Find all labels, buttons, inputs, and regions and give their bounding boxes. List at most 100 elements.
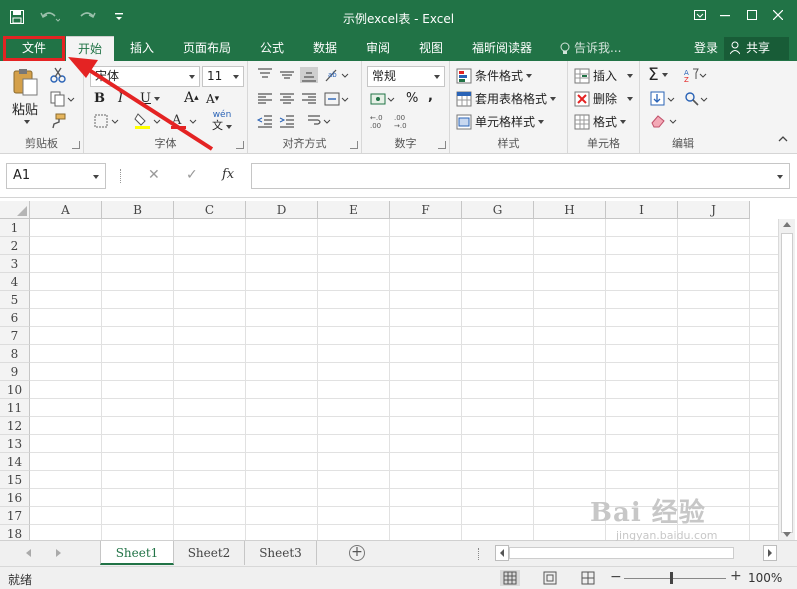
column-header-b[interactable]: B (102, 201, 174, 219)
share-button[interactable]: 共享 (724, 37, 789, 60)
sheet-tab-sheet1[interactable]: Sheet1 (100, 541, 174, 565)
cell-styles-button[interactable]: 单元格样式 (456, 113, 545, 130)
formula-bar-grip[interactable] (120, 169, 124, 183)
increase-font-size-icon[interactable]: A ▴ (184, 90, 199, 106)
cell-area[interactable] (30, 219, 778, 540)
border-icon[interactable] (94, 113, 122, 129)
redo-icon[interactable] (74, 6, 102, 28)
align-top-icon[interactable] (256, 67, 274, 83)
align-center-icon[interactable] (278, 91, 296, 107)
select-all-button[interactable] (0, 201, 30, 219)
customize-qat-icon[interactable] (112, 6, 126, 28)
align-left-icon[interactable] (256, 91, 274, 107)
row-header-18[interactable]: 18 (0, 525, 30, 540)
delete-cells-button[interactable]: 删除 (574, 90, 634, 107)
column-header-i[interactable]: I (606, 201, 678, 219)
horizontal-scroll-thumb[interactable] (509, 547, 734, 559)
vertical-scrollbar[interactable] (778, 219, 795, 540)
row-header-11[interactable]: 11 (0, 399, 30, 417)
row-header-4[interactable]: 4 (0, 273, 30, 291)
sort-filter-icon[interactable]: AZ (684, 67, 708, 83)
column-header-d[interactable]: D (246, 201, 318, 219)
row-header-12[interactable]: 12 (0, 417, 30, 435)
find-select-icon[interactable] (684, 91, 710, 107)
normal-view-icon[interactable] (500, 570, 520, 586)
font-color-icon[interactable]: A (170, 112, 200, 129)
merge-center-icon[interactable] (324, 91, 352, 107)
fill-icon[interactable] (650, 91, 678, 107)
font-size-select[interactable]: 11 (202, 66, 244, 87)
increase-decimal-icon[interactable]: ←.0.00 (370, 113, 390, 129)
cut-icon[interactable] (50, 67, 68, 83)
tab-data[interactable]: 数据 (305, 36, 345, 61)
page-break-view-icon[interactable] (578, 570, 598, 586)
wrap-text-icon[interactable] (306, 113, 334, 129)
decrease-font-size-icon[interactable]: A ▾ (206, 92, 219, 106)
format-as-table-button[interactable]: 套用表格格式 (456, 90, 557, 107)
next-sheet-icon[interactable] (56, 549, 61, 557)
row-header-1[interactable]: 1 (0, 219, 30, 237)
row-header-17[interactable]: 17 (0, 507, 30, 525)
zoom-level[interactable]: 100% (748, 571, 782, 585)
prev-sheet-icon[interactable] (26, 549, 31, 557)
autosum-icon[interactable]: Σ (648, 65, 668, 85)
format-cells-button[interactable]: 格式 (574, 113, 627, 130)
tab-file[interactable]: 文件 (3, 36, 65, 61)
column-header-f[interactable]: F (390, 201, 462, 219)
vertical-scroll-thumb[interactable] (781, 233, 793, 533)
name-box[interactable]: A1 (6, 163, 106, 189)
zoom-in-icon[interactable]: + (730, 568, 742, 584)
alignment-launcher-icon[interactable] (350, 141, 358, 149)
sheet-tab-sheet2[interactable]: Sheet2 (174, 541, 245, 565)
row-header-10[interactable]: 10 (0, 381, 30, 399)
close-icon[interactable] (764, 4, 792, 26)
align-bottom-icon[interactable] (300, 67, 318, 83)
row-header-16[interactable]: 16 (0, 489, 30, 507)
fill-color-icon[interactable] (134, 112, 164, 129)
column-header-e[interactable]: E (318, 201, 390, 219)
column-header-g[interactable]: G (462, 201, 534, 219)
percent-style-icon[interactable]: % (406, 91, 418, 106)
maximize-icon[interactable] (738, 4, 766, 26)
tab-home[interactable]: 开始 (66, 36, 114, 61)
page-layout-view-icon[interactable] (540, 570, 560, 586)
number-format-select[interactable]: 常规 (367, 66, 445, 87)
conditional-formatting-button[interactable]: 条件格式 (456, 67, 533, 84)
tab-view[interactable]: 视图 (411, 36, 451, 61)
confirm-entry-icon[interactable]: ✓ (186, 167, 198, 183)
formula-input[interactable] (251, 163, 790, 189)
italic-icon[interactable]: I (118, 91, 123, 106)
format-painter-icon[interactable] (50, 113, 68, 129)
tab-insert[interactable]: 插入 (122, 36, 162, 61)
clipboard-launcher-icon[interactable] (72, 141, 80, 149)
row-header-7[interactable]: 7 (0, 327, 30, 345)
row-header-3[interactable]: 3 (0, 255, 30, 273)
login-link[interactable]: 登录 (688, 36, 724, 61)
bold-icon[interactable]: B (94, 91, 105, 106)
font-name-select[interactable]: 宋体 (90, 66, 200, 87)
font-launcher-icon[interactable] (236, 141, 244, 149)
number-launcher-icon[interactable] (438, 141, 446, 149)
horizontal-scrollbar[interactable] (495, 545, 777, 562)
scroll-down-icon[interactable] (783, 532, 791, 537)
align-middle-icon[interactable] (278, 67, 296, 83)
collapse-ribbon-icon[interactable] (778, 135, 788, 143)
tell-me-search[interactable]: 告诉我... (556, 36, 636, 61)
tab-split-grip[interactable] (478, 548, 480, 560)
row-header-5[interactable]: 5 (0, 291, 30, 309)
column-header-h[interactable]: H (534, 201, 606, 219)
tab-review[interactable]: 审阅 (358, 36, 398, 61)
decrease-indent-icon[interactable] (256, 113, 274, 129)
save-icon[interactable] (6, 6, 28, 28)
row-header-9[interactable]: 9 (0, 363, 30, 381)
insert-function-icon[interactable]: fx (222, 167, 234, 182)
align-right-icon[interactable] (300, 91, 318, 107)
insert-cells-button[interactable]: 插入 (574, 67, 634, 84)
tab-formulas[interactable]: 公式 (252, 36, 292, 61)
column-header-j[interactable]: J (678, 201, 750, 219)
row-header-8[interactable]: 8 (0, 345, 30, 363)
tab-page-layout[interactable]: 页面布局 (176, 36, 238, 61)
add-sheet-icon[interactable]: + (349, 545, 365, 561)
scroll-left-icon[interactable] (495, 545, 509, 561)
minimize-icon[interactable] (711, 4, 739, 26)
